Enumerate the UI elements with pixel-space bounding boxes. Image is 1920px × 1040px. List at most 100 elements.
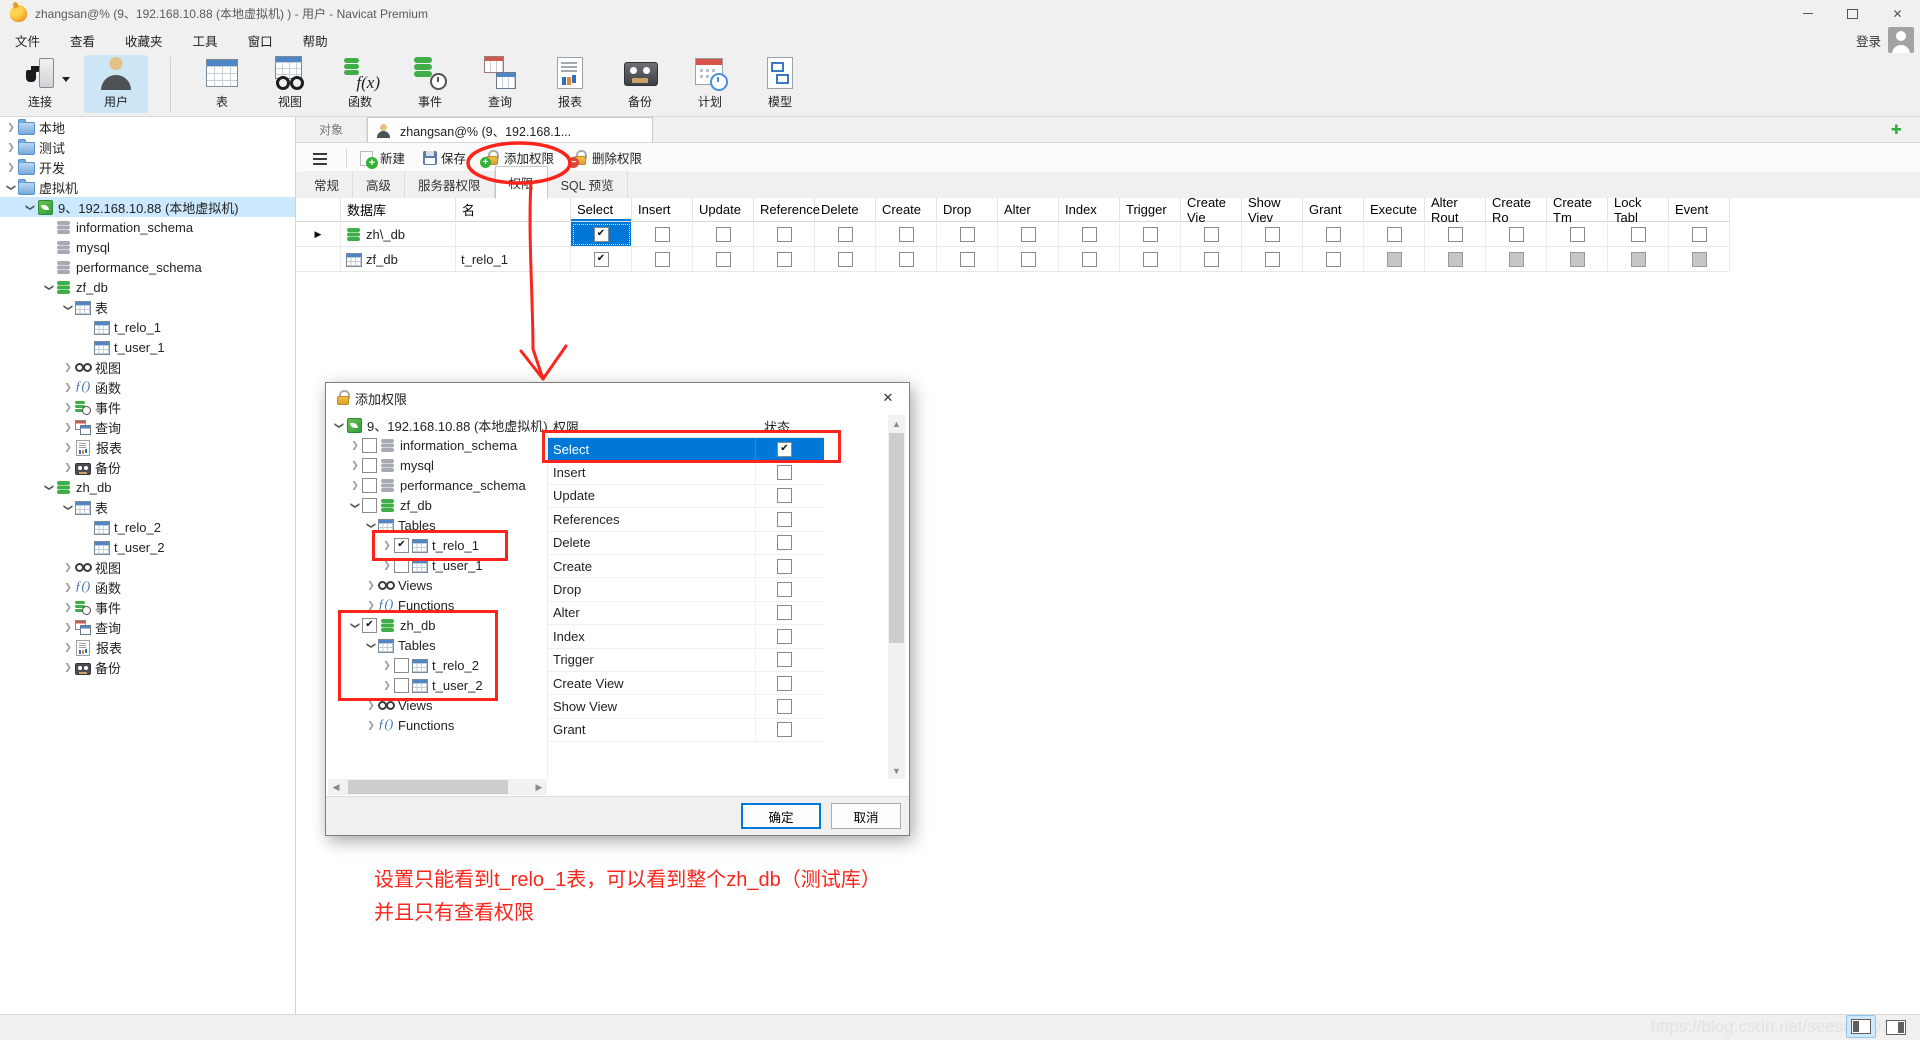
checkbox[interactable] bbox=[1204, 227, 1219, 242]
scroll-right-icon[interactable]: ▶ bbox=[531, 779, 547, 795]
button-添加权限[interactable]: 添加权限 bbox=[484, 148, 554, 167]
checkbox[interactable] bbox=[362, 438, 377, 453]
tree-item-t_relo_1[interactable]: t_relo_1 bbox=[0, 317, 295, 337]
tree-collapsed-icon[interactable] bbox=[348, 438, 362, 452]
checkbox[interactable] bbox=[777, 535, 792, 550]
privilege-cell-Lock Tabl[interactable] bbox=[1608, 247, 1669, 272]
tree-item-t_user_2[interactable]: t_user_2 bbox=[0, 537, 295, 557]
checkbox[interactable] bbox=[1387, 227, 1402, 242]
checkbox[interactable] bbox=[1143, 227, 1158, 242]
checkbox[interactable] bbox=[777, 252, 792, 267]
checkbox[interactable] bbox=[655, 252, 670, 267]
tree-collapsed-icon[interactable] bbox=[61, 420, 75, 434]
tree-item-视图[interactable]: 视图 bbox=[0, 557, 295, 577]
checkbox[interactable] bbox=[594, 252, 609, 267]
grid-column-Delete[interactable]: Delete bbox=[815, 198, 876, 222]
cancel-button[interactable]: 取消 bbox=[831, 803, 901, 829]
chevron-down-icon[interactable] bbox=[62, 77, 70, 82]
privilege-cell-Alter Rout[interactable] bbox=[1425, 247, 1486, 272]
grid-column-Create[interactable]: Create bbox=[876, 198, 937, 222]
checkbox[interactable] bbox=[716, 252, 731, 267]
tree-collapsed-icon[interactable] bbox=[348, 458, 362, 472]
toolbar-item-函数[interactable]: 函数 bbox=[328, 55, 392, 113]
permission-row-Index[interactable]: Index bbox=[548, 625, 824, 648]
checkbox[interactable] bbox=[899, 252, 914, 267]
privilege-cell-Execute[interactable] bbox=[1364, 247, 1425, 272]
dialog-close-button[interactable]: ✕ bbox=[867, 383, 909, 413]
dialog-vertical-scrollbar[interactable]: ▲ ▼ bbox=[888, 415, 905, 779]
tree-collapsed-icon[interactable] bbox=[380, 658, 394, 672]
toolbar-item-计划[interactable]: 计划 bbox=[678, 55, 742, 113]
tree-item-报表[interactable]: 报表 bbox=[0, 437, 295, 457]
privilege-cell-Trigger[interactable] bbox=[1120, 247, 1181, 272]
toolbar-item-视图[interactable]: 视图 bbox=[258, 55, 322, 113]
tree-collapsed-icon[interactable] bbox=[61, 640, 75, 654]
tree-expanded-icon[interactable] bbox=[332, 418, 346, 432]
tree-item-备份[interactable]: 备份 bbox=[0, 657, 295, 677]
dialog-title-bar[interactable]: 添加权限 bbox=[326, 383, 909, 413]
checkbox[interactable] bbox=[777, 465, 792, 480]
grid-column-名[interactable]: 名 bbox=[456, 198, 571, 222]
maximize-button[interactable] bbox=[1830, 0, 1875, 27]
tab-服务器权限[interactable]: 服务器权限 bbox=[405, 171, 495, 198]
checkbox[interactable] bbox=[777, 582, 792, 597]
privilege-cell-Alter[interactable] bbox=[998, 222, 1059, 247]
tree-expanded-icon[interactable] bbox=[42, 480, 56, 494]
minimize-button[interactable] bbox=[1785, 0, 1830, 27]
tree-collapsed-icon[interactable] bbox=[4, 120, 18, 134]
vertical-scroll-thumb[interactable] bbox=[889, 433, 904, 643]
tree-item-information_schema[interactable]: information_schema bbox=[328, 435, 547, 455]
checkbox[interactable] bbox=[394, 658, 409, 673]
permission-row-Alter[interactable]: Alter bbox=[548, 602, 824, 625]
tree-expanded-icon[interactable] bbox=[61, 500, 75, 514]
privilege-cell-Create Ro[interactable] bbox=[1486, 222, 1547, 247]
checkbox[interactable] bbox=[394, 538, 409, 553]
toolbar-item-备份[interactable]: 备份 bbox=[608, 55, 672, 113]
permission-row-Grant[interactable]: Grant bbox=[548, 719, 824, 742]
ok-button[interactable]: 确定 bbox=[741, 803, 821, 829]
tree-collapsed-icon[interactable] bbox=[61, 360, 75, 374]
tree-collapsed-icon[interactable] bbox=[61, 620, 75, 634]
privilege-cell-Update[interactable] bbox=[693, 222, 754, 247]
table-row[interactable]: zf_dbt_relo_1 bbox=[296, 247, 1920, 272]
checkbox[interactable] bbox=[716, 227, 731, 242]
tree-item-开发[interactable]: 开发 bbox=[0, 157, 295, 177]
tree-item-函数[interactable]: 函数 bbox=[0, 577, 295, 597]
menu-item-5[interactable]: 帮助 bbox=[288, 31, 343, 50]
tab-SQL 预览[interactable]: SQL 预览 bbox=[548, 171, 628, 198]
tree-item-本地[interactable]: 本地 bbox=[0, 117, 295, 137]
checkbox[interactable] bbox=[960, 252, 975, 267]
tree-expanded-icon[interactable] bbox=[348, 498, 362, 512]
permission-row-Create[interactable]: Create bbox=[548, 555, 824, 578]
privilege-cell-Lock Tabl[interactable] bbox=[1608, 222, 1669, 247]
tree-collapsed-icon[interactable] bbox=[4, 140, 18, 154]
checkbox[interactable] bbox=[777, 488, 792, 503]
privilege-cell-Insert[interactable] bbox=[632, 247, 693, 272]
checkbox[interactable] bbox=[362, 618, 377, 633]
tree-item-Functions[interactable]: Functions bbox=[328, 595, 547, 615]
grid-column-Select[interactable]: Select bbox=[571, 198, 632, 222]
hamburger-menu-button[interactable] bbox=[296, 150, 346, 166]
tree-collapsed-icon[interactable] bbox=[61, 600, 75, 614]
checkbox[interactable] bbox=[1326, 252, 1341, 267]
tree-item-t_user_1[interactable]: t_user_1 bbox=[0, 337, 295, 357]
tree-item-虚拟机[interactable]: 虚拟机 bbox=[0, 177, 295, 197]
tree-item-mysql[interactable]: mysql bbox=[328, 455, 547, 475]
tab-objects[interactable]: 对象 bbox=[296, 117, 367, 142]
tree-collapsed-icon[interactable] bbox=[380, 538, 394, 552]
scroll-down-icon[interactable]: ▼ bbox=[888, 762, 905, 779]
tree-item-performance_schema[interactable]: performance_schema bbox=[0, 257, 295, 277]
privilege-cell-Drop[interactable] bbox=[937, 222, 998, 247]
checkbox[interactable] bbox=[777, 676, 792, 691]
grid-column-Insert[interactable]: Insert bbox=[632, 198, 693, 222]
grid-column-Alter Rout[interactable]: Alter Rout bbox=[1425, 198, 1486, 222]
checkbox[interactable] bbox=[1631, 252, 1646, 267]
tree-item-Tables[interactable]: Tables bbox=[328, 515, 547, 535]
privilege-cell-Insert[interactable] bbox=[632, 222, 693, 247]
privilege-cell-Drop[interactable] bbox=[937, 247, 998, 272]
tree-collapsed-icon[interactable] bbox=[4, 160, 18, 174]
checkbox[interactable] bbox=[1021, 252, 1036, 267]
tree-item-表[interactable]: 表 bbox=[0, 297, 295, 317]
tree-collapsed-icon[interactable] bbox=[61, 400, 75, 414]
privilege-cell-Grant[interactable] bbox=[1303, 222, 1364, 247]
